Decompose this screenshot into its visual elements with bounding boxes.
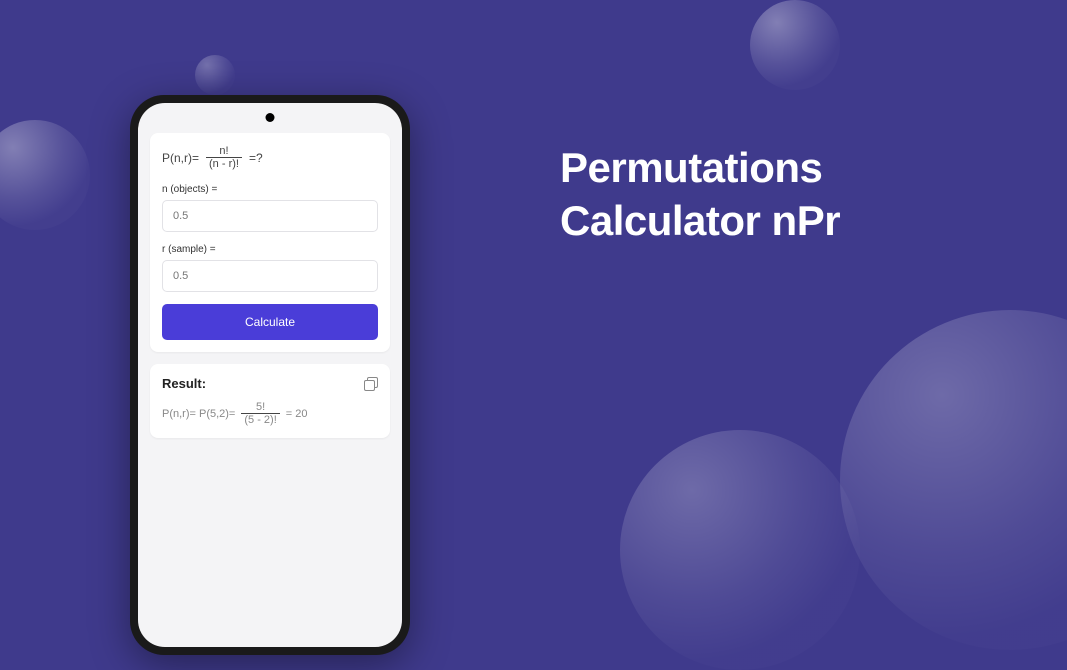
result-heading: Result: — [162, 376, 206, 391]
formula-display: P(n,r)= n! (n - r)! =? — [162, 145, 378, 170]
result-header: Result: — [162, 376, 378, 391]
formula-lhs: P(n,r)= — [162, 151, 199, 165]
n-input-label: n (objects) = — [162, 184, 378, 195]
input-card: P(n,r)= n! (n - r)! =? n (objects) = r (… — [150, 133, 390, 352]
formula-fraction: n! (n - r)! — [206, 145, 242, 170]
decorative-sphere — [195, 55, 235, 95]
calculate-button[interactable]: Calculate — [162, 304, 378, 340]
decorative-sphere — [750, 0, 840, 90]
r-input[interactable] — [162, 260, 378, 292]
title-line-1: Permutations — [560, 142, 840, 195]
decorative-sphere — [620, 430, 860, 670]
decorative-sphere — [0, 120, 90, 230]
r-input-label: r (sample) = — [162, 244, 378, 255]
result-equals: = 20 — [286, 408, 308, 420]
copy-icon[interactable] — [364, 377, 378, 391]
formula-suffix: =? — [249, 151, 263, 165]
page-title: Permutations Calculator nPr — [560, 142, 840, 247]
result-fraction: 5! (5 - 2)! — [241, 401, 279, 426]
formula-denominator: (n - r)! — [206, 158, 242, 170]
result-denominator: (5 - 2)! — [241, 414, 279, 426]
result-numerator: 5! — [253, 401, 268, 413]
result-lhs: P(n,r)= P(5,2)= — [162, 408, 235, 420]
formula-numerator: n! — [216, 145, 231, 157]
decorative-sphere — [840, 310, 1067, 650]
result-formula: P(n,r)= P(5,2)= 5! (5 - 2)! = 20 — [162, 401, 378, 426]
app-screen: P(n,r)= n! (n - r)! =? n (objects) = r (… — [138, 103, 402, 647]
phone-frame: P(n,r)= n! (n - r)! =? n (objects) = r (… — [130, 95, 410, 655]
result-card: Result: P(n,r)= P(5,2)= 5! (5 - 2)! = 20 — [150, 364, 390, 438]
title-line-2: Calculator nPr — [560, 195, 840, 248]
n-input[interactable] — [162, 200, 378, 232]
